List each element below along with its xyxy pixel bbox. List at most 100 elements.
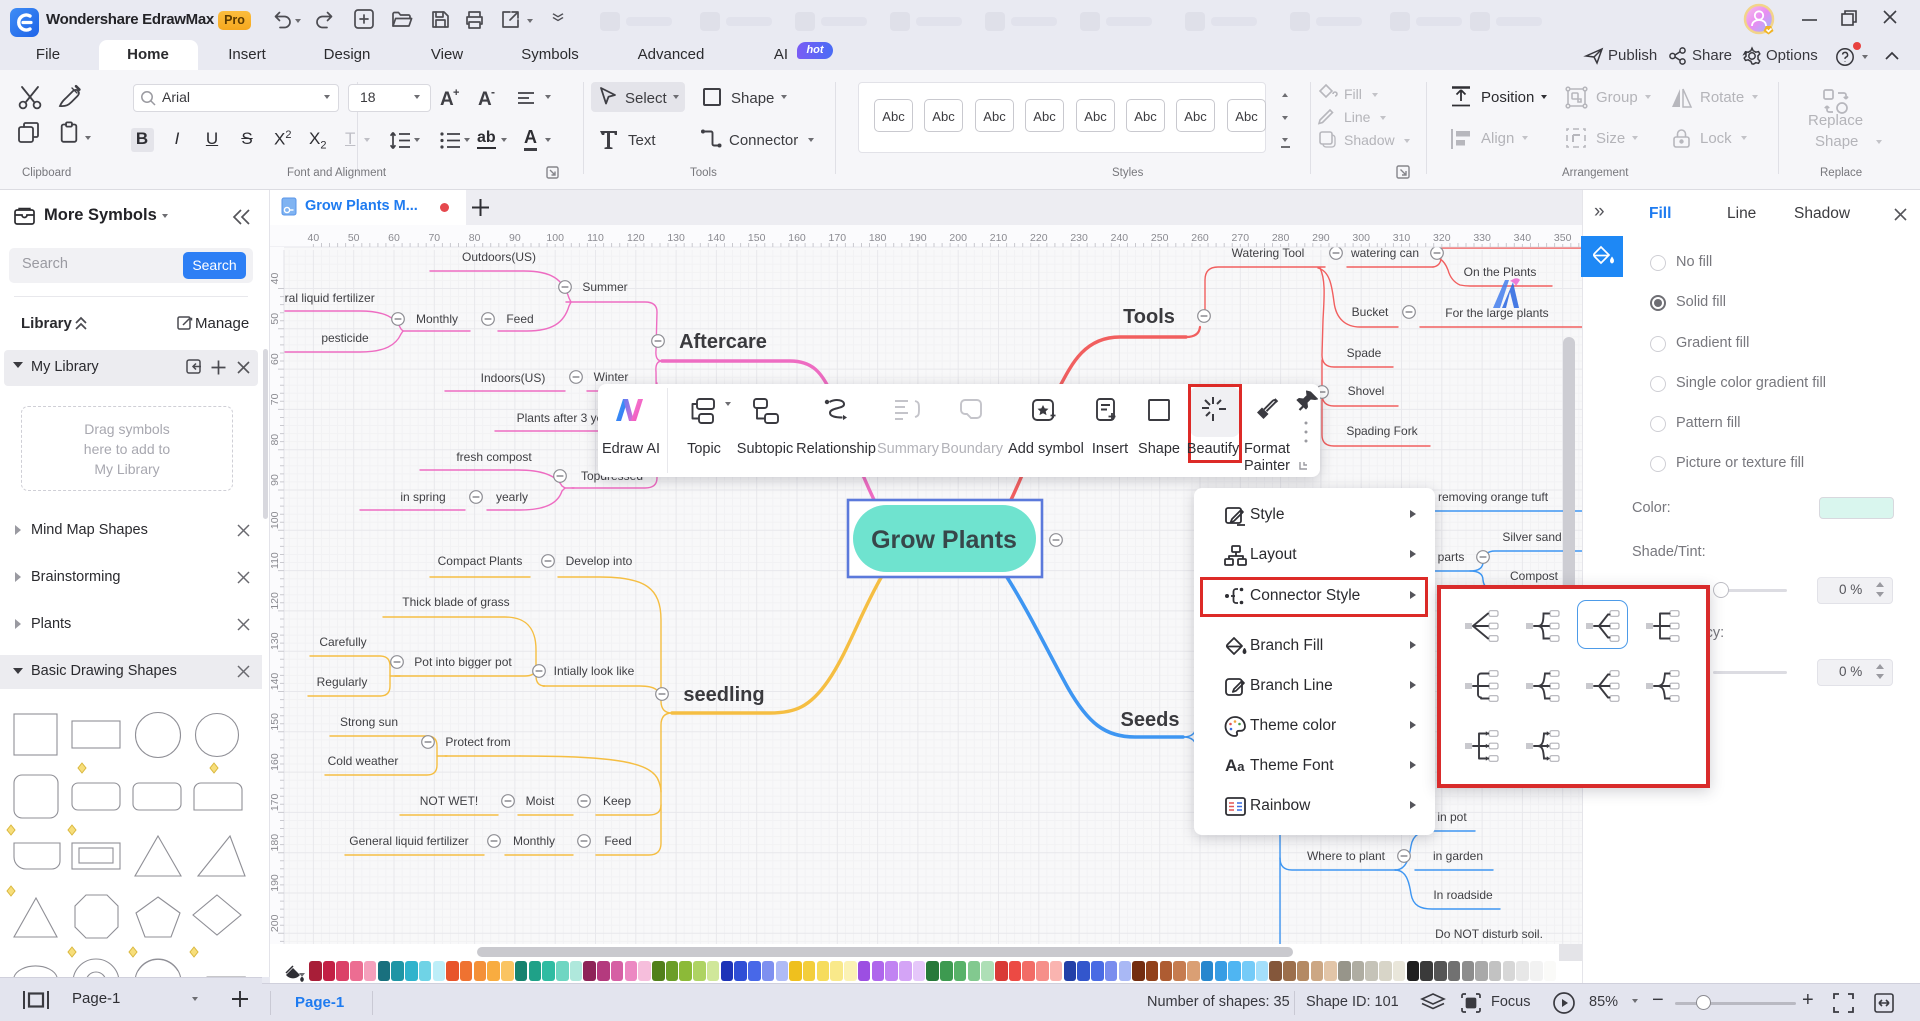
svg-text:300: 300 — [1352, 232, 1370, 244]
svg-text:100: 100 — [546, 232, 564, 244]
svg-text:160: 160 — [270, 753, 281, 771]
svg-text:Do NOT disturb soil.: Do NOT disturb soil. — [1435, 927, 1543, 941]
svg-text:Monthly: Monthly — [513, 834, 555, 848]
svg-text:General liquid fertilizer: General liquid fertilizer — [349, 834, 468, 848]
svg-text:190: 190 — [270, 874, 281, 892]
svg-text:NOT WET!: NOT WET! — [420, 794, 478, 808]
svg-text:290: 290 — [1312, 232, 1330, 244]
svg-text:340: 340 — [1514, 232, 1532, 244]
svg-text:In roadside: In roadside — [1433, 888, 1493, 902]
svg-text:40: 40 — [308, 232, 320, 244]
svg-text:watering can: watering can — [1350, 246, 1419, 260]
svg-text:in garden: in garden — [1433, 849, 1483, 863]
svg-text:A: A — [440, 89, 454, 110]
svg-text:70: 70 — [270, 393, 281, 405]
svg-text:50: 50 — [348, 232, 360, 244]
svg-text:Intially look like: Intially look like — [554, 664, 635, 678]
svg-text:Spading Fork: Spading Fork — [1346, 424, 1418, 438]
svg-text:180: 180 — [270, 834, 281, 852]
svg-text:pesticide: pesticide — [321, 331, 369, 345]
svg-text:Protect from: Protect from — [445, 735, 510, 749]
svg-text:280: 280 — [1272, 232, 1290, 244]
svg-text:240: 240 — [1111, 232, 1129, 244]
svg-text:A: A — [478, 89, 492, 110]
svg-text:Silver sand: Silver sand — [1502, 530, 1561, 544]
svg-text:Watering Tool: Watering Tool — [1232, 246, 1305, 260]
svg-text:Natural liquid fertilizer: Natural liquid fertilizer — [270, 291, 375, 305]
svg-text:Summer: Summer — [582, 280, 627, 294]
svg-text:120: 120 — [270, 592, 281, 610]
svg-text:350: 350 — [1554, 232, 1572, 244]
svg-text:40: 40 — [270, 273, 281, 285]
svg-text:in spring: in spring — [400, 490, 445, 504]
svg-text:fresh compost: fresh compost — [456, 450, 532, 464]
svg-text:Regularly: Regularly — [317, 675, 368, 689]
svg-text:Monthly: Monthly — [416, 312, 458, 326]
svg-text:90: 90 — [509, 232, 521, 244]
svg-text:220: 220 — [1030, 232, 1048, 244]
svg-text:260: 260 — [1191, 232, 1209, 244]
svg-text:80: 80 — [469, 232, 481, 244]
svg-text:-: - — [491, 85, 495, 99]
svg-text:Keep: Keep — [603, 794, 631, 808]
svg-text:in pot: in pot — [1437, 810, 1467, 824]
svg-text:230: 230 — [1070, 232, 1088, 244]
svg-text:Pot into bigger pot: Pot into bigger pot — [414, 655, 512, 669]
svg-text:130: 130 — [270, 632, 281, 650]
svg-text:250: 250 — [1151, 232, 1169, 244]
svg-text:Aftercare: Aftercare — [679, 331, 767, 353]
svg-text:Where to plant: Where to plant — [1307, 849, 1386, 863]
svg-text:Bucket: Bucket — [1352, 305, 1389, 319]
svg-text:60: 60 — [388, 232, 400, 244]
svg-text:Outdoors(US): Outdoors(US) — [462, 250, 536, 264]
svg-text:310: 310 — [1393, 232, 1411, 244]
svg-text:+: + — [453, 87, 459, 99]
svg-text:Compact Plants: Compact Plants — [438, 554, 523, 568]
svg-text:110: 110 — [587, 232, 604, 244]
svg-text:Spade: Spade — [1347, 346, 1382, 360]
svg-text:90: 90 — [270, 474, 281, 486]
svg-text:removing orange tuft: removing orange tuft — [1438, 490, 1549, 504]
svg-text:Plants after 3 ye: Plants after 3 ye — [517, 411, 604, 425]
svg-text:Compost: Compost — [1510, 569, 1559, 583]
svg-text:150: 150 — [748, 232, 766, 244]
svg-text:On the Plants: On the Plants — [1464, 265, 1537, 279]
svg-text:Indoors(US): Indoors(US) — [481, 371, 546, 385]
svg-text:150: 150 — [270, 713, 281, 731]
svg-text:Seeds: Seeds — [1121, 709, 1180, 731]
svg-text:140: 140 — [708, 232, 726, 244]
svg-text:seedling: seedling — [683, 684, 764, 706]
svg-text:70: 70 — [428, 232, 440, 244]
svg-text:yearly: yearly — [496, 490, 528, 504]
svg-text:210: 210 — [990, 232, 1008, 244]
svg-text:parts: parts — [1438, 550, 1465, 564]
svg-text:80: 80 — [270, 434, 281, 446]
svg-text:Winter: Winter — [594, 370, 629, 384]
svg-text:270: 270 — [1232, 232, 1250, 244]
svg-text:200: 200 — [270, 914, 281, 932]
svg-text:Thick blade of grass: Thick blade of grass — [402, 595, 509, 609]
svg-text:200: 200 — [949, 232, 967, 244]
svg-text:For the large plants: For the large plants — [1445, 306, 1548, 320]
svg-text:180: 180 — [869, 232, 887, 244]
svg-text:50: 50 — [270, 313, 281, 325]
svg-text:Grow Plants: Grow Plants — [871, 526, 1017, 554]
svg-text:320: 320 — [1433, 232, 1451, 244]
svg-text:60: 60 — [270, 353, 281, 365]
svg-text:Feed: Feed — [604, 834, 631, 848]
svg-text:100: 100 — [270, 511, 281, 529]
svg-text:Tools: Tools — [1123, 306, 1175, 328]
svg-text:Carefully: Carefully — [319, 635, 366, 649]
svg-text:330: 330 — [1473, 232, 1491, 244]
svg-text:190: 190 — [909, 232, 927, 244]
svg-text:Develop into: Develop into — [566, 554, 633, 568]
svg-text:120: 120 — [627, 232, 645, 244]
svg-text:160: 160 — [788, 232, 806, 244]
svg-text:130: 130 — [667, 232, 685, 244]
svg-text:Shovel: Shovel — [1348, 384, 1385, 398]
svg-text:Strong sun: Strong sun — [340, 715, 398, 729]
svg-text:110: 110 — [270, 552, 281, 569]
svg-text:170: 170 — [270, 793, 281, 811]
svg-text:140: 140 — [270, 673, 281, 691]
svg-text:Feed: Feed — [506, 312, 533, 326]
